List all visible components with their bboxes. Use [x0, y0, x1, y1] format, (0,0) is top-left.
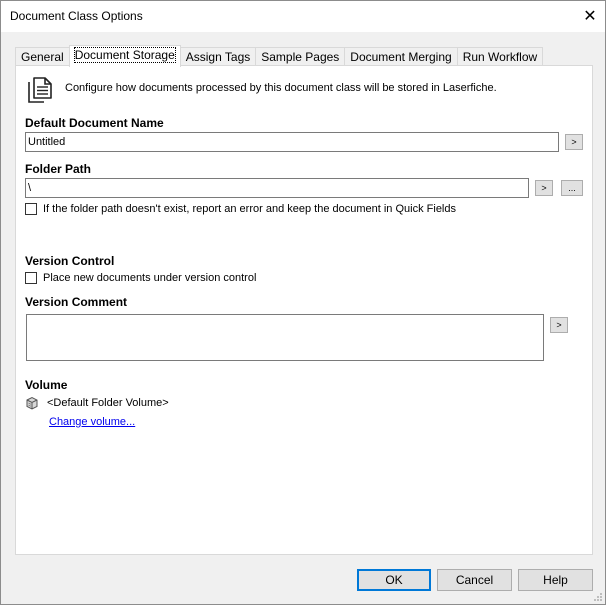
version-comment-textarea[interactable] — [26, 314, 544, 361]
resize-grip-icon[interactable] — [593, 592, 603, 602]
volume-label: Volume — [25, 378, 68, 392]
default-document-name-label: Default Document Name — [25, 116, 164, 130]
folder-path-input[interactable]: \ — [25, 178, 529, 198]
tab-sample-pages[interactable]: Sample Pages — [255, 47, 346, 67]
folder-path-label: Folder Path — [25, 162, 92, 176]
default-name-token-button[interactable]: > — [565, 134, 583, 150]
version-comment-label: Version Comment — [25, 295, 128, 309]
volume-icon — [26, 396, 38, 410]
close-icon: ✕ — [583, 8, 597, 25]
tab-assign-tags[interactable]: Assign Tags — [179, 47, 257, 67]
version-control-checkbox-label: Place new documents under version contro… — [43, 272, 257, 284]
default-document-name-input[interactable]: Untitled — [25, 132, 559, 152]
document-icon — [28, 77, 52, 103]
tab-run-workflow[interactable]: Run Workflow — [456, 47, 544, 67]
folder-path-browse-button[interactable]: ... — [561, 180, 583, 196]
info-text: Configure how documents processed by thi… — [65, 82, 497, 94]
folder-error-checkbox[interactable] — [25, 203, 37, 215]
folder-path-token-button[interactable]: > — [535, 180, 553, 196]
tab-strip: General Document Storage Assign Tags Sam… — [15, 45, 544, 67]
dialog-title: Document Class Options — [10, 9, 143, 23]
volume-value: <Default Folder Volume> — [47, 397, 169, 409]
version-control-label: Version Control — [25, 254, 115, 268]
folder-error-checkbox-label: If the folder path doesn't exist, report… — [43, 203, 456, 215]
change-volume-link[interactable]: Change volume... — [49, 416, 135, 428]
tab-document-merging[interactable]: Document Merging — [344, 47, 458, 67]
tab-document-storage[interactable]: Document Storage — [68, 45, 181, 67]
version-comment-token-button[interactable]: > — [550, 317, 568, 333]
ok-button[interactable]: OK — [357, 569, 431, 591]
cancel-button[interactable]: Cancel — [437, 569, 512, 591]
document-storage-panel: Configure how documents processed by thi… — [15, 65, 593, 555]
title-bar[interactable]: Document Class Options ✕ — [1, 1, 605, 32]
tab-general[interactable]: General — [15, 47, 70, 67]
dialog-window: Document Class Options ✕ General Documen… — [0, 0, 606, 605]
help-button[interactable]: Help — [518, 569, 593, 591]
close-button[interactable]: ✕ — [575, 1, 605, 31]
version-control-checkbox[interactable] — [25, 272, 37, 284]
